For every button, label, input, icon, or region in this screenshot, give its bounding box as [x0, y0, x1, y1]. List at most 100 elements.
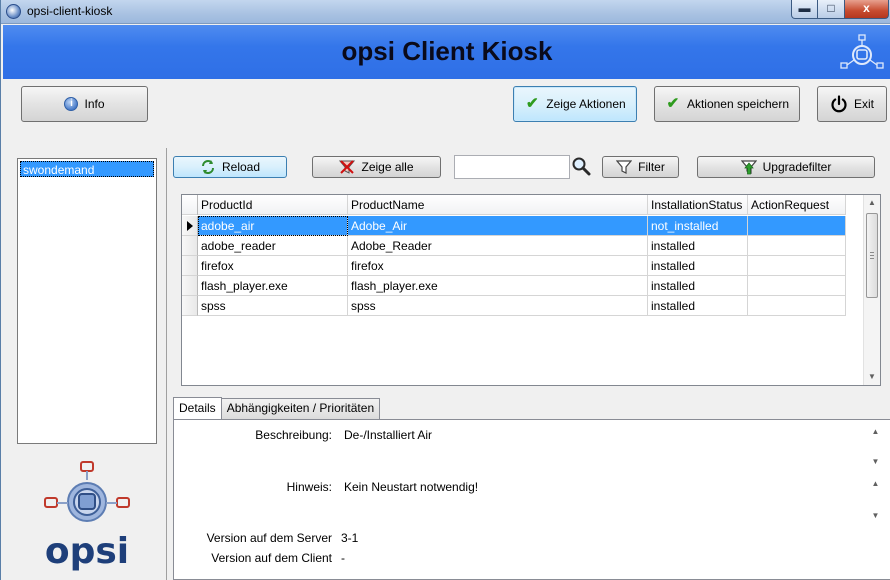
opsi-logo-graphic-icon: opsi: [44, 461, 130, 572]
hint-value: Kein Neustart notwendig!: [344, 480, 479, 494]
table-row[interactable]: spss spss installed: [182, 296, 846, 316]
details-panel: Beschreibung: De-/Installiert Air ▲ ▼ Hi…: [173, 419, 890, 580]
exit-button[interactable]: Exit: [817, 86, 887, 122]
scrollbar-thumb[interactable]: [866, 213, 878, 298]
list-item[interactable]: swondemand: [20, 161, 154, 177]
column-header-productname[interactable]: ProductName: [348, 195, 648, 215]
show-actions-label: Zeige Aktionen: [546, 97, 626, 111]
cell-productid[interactable]: spss: [198, 296, 348, 316]
info-button[interactable]: i Info: [21, 86, 148, 122]
hint-label: Hinweis:: [286, 480, 332, 494]
table-scrollbar[interactable]: ▲ ▼: [863, 195, 880, 385]
save-actions-button[interactable]: ✔ Aktionen speichern: [654, 86, 800, 122]
funnel-upgrade-icon: [740, 160, 757, 175]
tab-dependencies[interactable]: Abhängigkeiten / Prioritäten: [220, 398, 381, 419]
cell-installationstatus[interactable]: installed: [648, 276, 748, 296]
row-header[interactable]: [182, 236, 198, 256]
scroll-up-icon[interactable]: ▲: [868, 476, 883, 492]
page-title: opsi Client Kiosk: [341, 36, 553, 66]
description-value: De-/Installiert Air: [344, 428, 433, 442]
info-button-label: Info: [84, 97, 105, 111]
row-header[interactable]: [182, 296, 198, 316]
opsi-logo-icon: [840, 34, 884, 69]
cell-productid[interactable]: flash_player.exe: [198, 276, 348, 296]
cell-installationstatus[interactable]: installed: [648, 236, 748, 256]
logo-text: opsi: [45, 531, 129, 572]
cell-installationstatus[interactable]: not_installed: [648, 216, 748, 236]
save-actions-label: Aktionen speichern: [686, 97, 790, 111]
cell-actionrequest[interactable]: [748, 276, 846, 296]
cell-actionrequest[interactable]: [748, 216, 846, 236]
table-row[interactable]: adobe_air Adobe_Air not_installed: [182, 216, 846, 236]
product-table[interactable]: ProductId ProductName InstallationStatus…: [181, 194, 881, 386]
header-banner: opsi Client Kiosk: [3, 25, 890, 79]
info-icon: i: [64, 97, 79, 111]
exit-button-label: Exit: [853, 97, 874, 111]
cell-actionrequest[interactable]: [748, 236, 846, 256]
show-all-label: Zeige alle: [361, 160, 414, 174]
checkmark-icon: ✔: [526, 95, 539, 112]
cell-installationstatus[interactable]: installed: [648, 256, 748, 276]
upgradefilter-label: Upgradefilter: [762, 160, 832, 174]
reload-label: Reload: [221, 160, 261, 174]
cell-productname[interactable]: Adobe_Air: [348, 216, 648, 236]
cell-installationstatus[interactable]: installed: [648, 296, 748, 316]
filter-button[interactable]: Filter: [602, 156, 679, 178]
table-header: ProductId ProductName InstallationStatus…: [182, 195, 846, 215]
description-label: Beschreibung:: [255, 428, 332, 442]
funnel-icon: [616, 160, 633, 174]
current-row-arrow-icon: [187, 221, 193, 231]
show-all-button[interactable]: Zeige alle: [312, 156, 441, 178]
scroll-down-icon[interactable]: ▼: [864, 369, 880, 385]
server-version-value: 3-1: [341, 531, 359, 545]
column-header-productid[interactable]: ProductId: [198, 195, 348, 215]
scroll-down-icon[interactable]: ▼: [868, 508, 883, 524]
upgradefilter-button[interactable]: Upgradefilter: [697, 156, 875, 178]
description-scrollbar[interactable]: ▲ ▼: [868, 424, 883, 470]
cell-productname[interactable]: spss: [348, 296, 648, 316]
cell-productname[interactable]: firefox: [348, 256, 648, 276]
table-row[interactable]: adobe_reader Adobe_Reader installed: [182, 236, 846, 256]
scroll-up-icon[interactable]: ▲: [864, 195, 880, 211]
row-header[interactable]: [182, 216, 198, 236]
show-actions-button[interactable]: ✔ Zeige Aktionen: [513, 86, 637, 122]
app-window: opsi-client-kiosk ▬ □ x opsi Client Kios…: [0, 0, 890, 580]
row-header[interactable]: [182, 276, 198, 296]
cell-actionrequest[interactable]: [748, 296, 846, 316]
close-button[interactable]: x: [845, 0, 889, 19]
minimize-button[interactable]: ▬: [791, 0, 818, 19]
search-input[interactable]: [454, 155, 570, 179]
cell-productname[interactable]: flash_player.exe: [348, 276, 648, 296]
reload-icon: [201, 160, 214, 174]
title-bar[interactable]: opsi-client-kiosk ▬ □ x: [1, 0, 890, 24]
column-header-actionrequest[interactable]: ActionRequest: [748, 195, 846, 215]
scroll-down-icon[interactable]: ▼: [868, 454, 883, 470]
client-version-label: Version auf dem Client: [211, 551, 332, 565]
close-icon: x: [863, 1, 870, 15]
hint-scrollbar[interactable]: ▲ ▼: [868, 476, 883, 524]
reload-button[interactable]: Reload: [173, 156, 287, 178]
app-icon: [6, 4, 21, 19]
checkmark-icon: ✔: [666, 95, 680, 112]
scroll-up-icon[interactable]: ▲: [868, 424, 883, 440]
filter-label: Filter: [638, 160, 665, 174]
column-header-installationstatus[interactable]: InstallationStatus: [648, 195, 748, 215]
cell-actionrequest[interactable]: [748, 256, 846, 276]
window-title: opsi-client-kiosk: [27, 4, 113, 18]
power-icon: [831, 95, 847, 113]
tab-details[interactable]: Details: [173, 397, 222, 419]
cell-productid[interactable]: adobe_reader: [198, 236, 348, 256]
table-row[interactable]: flash_player.exe flash_player.exe installe…: [182, 276, 846, 296]
funnel-clear-icon: [339, 160, 356, 174]
search-icon[interactable]: [571, 156, 591, 176]
client-list[interactable]: swondemand: [17, 158, 157, 444]
maximize-button[interactable]: □: [818, 0, 845, 19]
cell-productid[interactable]: adobe_air: [198, 216, 348, 236]
table-row[interactable]: firefox firefox installed: [182, 256, 846, 276]
cell-productid[interactable]: firefox: [198, 256, 348, 276]
server-version-label: Version auf dem Server: [206, 531, 332, 545]
cell-productname[interactable]: Adobe_Reader: [348, 236, 648, 256]
row-header-corner: [182, 195, 198, 215]
row-header[interactable]: [182, 256, 198, 276]
opsi-logo: opsi: [39, 456, 139, 574]
